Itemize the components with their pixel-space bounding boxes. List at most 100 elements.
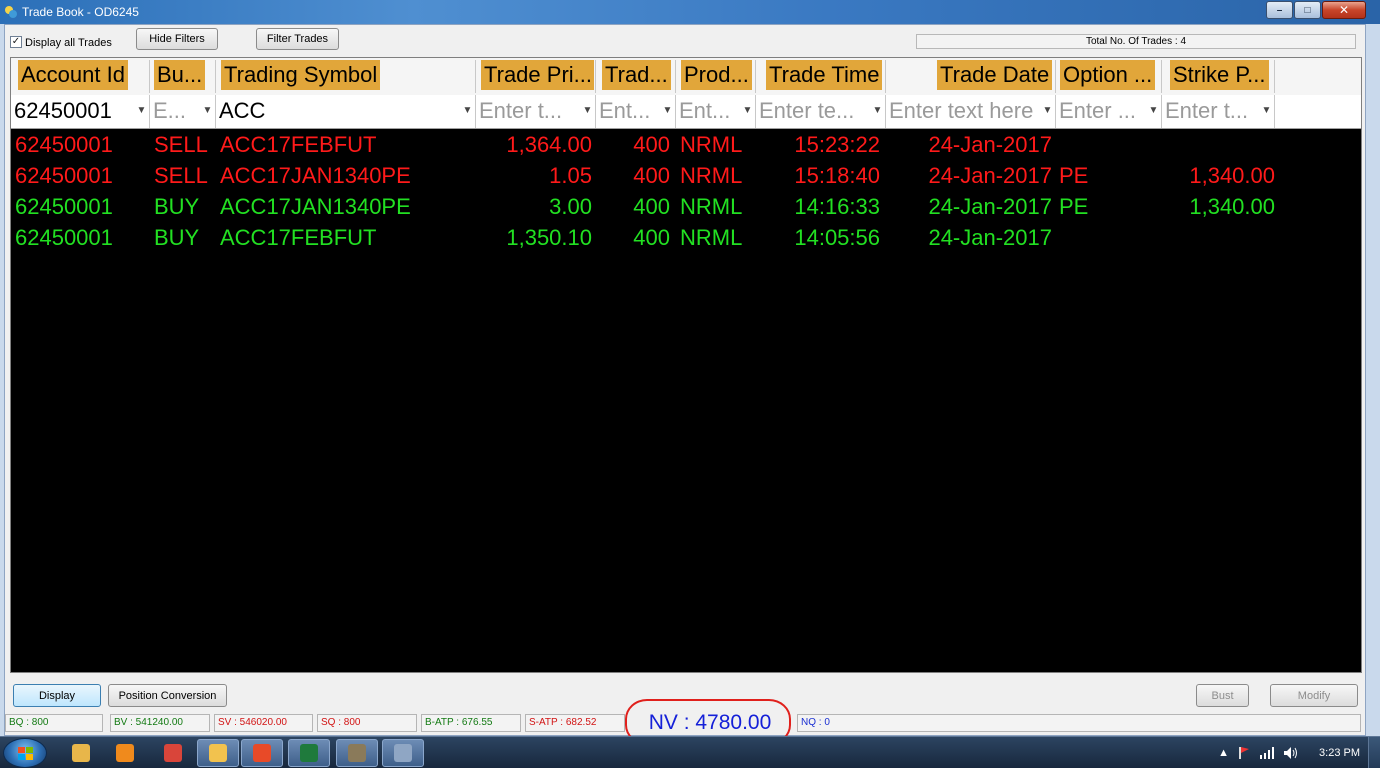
filter-option[interactable]: Enter ... ▼: [1056, 95, 1162, 128]
table-row[interactable]: 62450001 BUY ACC17FEBFUT 1,350.10 400 NRML 14:…: [11, 223, 1361, 254]
column-header-label: Trade Pri...: [481, 60, 594, 90]
column-header-product[interactable]: Prod...: [676, 60, 756, 93]
taskbar-app-button[interactable]: [336, 739, 378, 767]
column-header-label: Trad...: [602, 60, 671, 90]
filter-symbol-input[interactable]: ACC: [219, 98, 265, 124]
show-desktop-button[interactable]: [1368, 737, 1380, 768]
filter-funnel-icon[interactable]: ▼: [582, 105, 593, 117]
filter-account-input[interactable]: 62450001: [14, 98, 112, 124]
filter-funnel-icon[interactable]: ▼: [136, 105, 147, 117]
volume-icon[interactable]: [1283, 746, 1299, 760]
taskbar-app-button[interactable]: [288, 739, 330, 767]
maximize-button[interactable]: □: [1294, 1, 1321, 19]
filter-funnel-icon[interactable]: ▼: [202, 105, 213, 117]
taskbar-app-button[interactable]: [197, 739, 239, 767]
cell-time: 14:05:56: [794, 225, 880, 250]
filter-qty-input[interactable]: Ent...: [599, 98, 650, 124]
column-header-label: Option ...: [1060, 60, 1156, 90]
cell-qty: 400: [633, 225, 670, 250]
filter-time[interactable]: Enter te... ▼: [756, 95, 886, 128]
column-header-label: Trade Date: [937, 60, 1053, 90]
table-row[interactable]: 62450001 BUY ACC17JAN1340PE 3.00 400 NRML 14:1…: [11, 192, 1361, 223]
column-header-account[interactable]: Account Id: [11, 60, 150, 93]
filter-strike-input[interactable]: Enter t...: [1165, 98, 1248, 124]
column-header-time[interactable]: Trade Time: [756, 60, 886, 93]
filter-funnel-icon[interactable]: ▼: [872, 105, 883, 117]
filter-trades-button[interactable]: Filter Trades: [256, 28, 339, 50]
filter-account[interactable]: 62450001 ▼: [11, 95, 150, 128]
filter-time-input[interactable]: Enter te...: [759, 98, 854, 124]
taskbar-app-button[interactable]: [382, 739, 424, 767]
taskbar-app-button[interactable]: [241, 739, 283, 767]
column-header-qty[interactable]: Trad...: [596, 60, 676, 93]
filter-strike[interactable]: Enter t... ▼: [1162, 95, 1275, 128]
column-header-buysell[interactable]: Bu...: [150, 60, 216, 93]
filter-option-input[interactable]: Enter ...: [1059, 98, 1136, 124]
status-sv: SV : 546020.00: [214, 714, 313, 732]
cell-time: 15:23:22: [794, 132, 880, 157]
action-center-icon[interactable]: [1237, 746, 1251, 760]
status-nq: NQ : 0: [797, 714, 1361, 732]
windows-logo-icon: [18, 747, 33, 760]
folder-icon: [209, 744, 227, 762]
modify-button[interactable]: Modify: [1270, 684, 1358, 707]
filter-funnel-icon[interactable]: ▼: [662, 105, 673, 117]
bust-button[interactable]: Bust: [1196, 684, 1249, 707]
cell-buysell: BUY: [154, 194, 200, 219]
cell-buysell: BUY: [154, 225, 200, 250]
close-button[interactable]: ✕: [1322, 1, 1366, 19]
taskbar-clock[interactable]: 3:23 PM: [1319, 747, 1360, 759]
tool-app-icon: [348, 744, 366, 762]
cell-price: 1.05: [549, 163, 592, 188]
grid-body: 62450001 SELL ACC17FEBFUT 1,364.00 400 NRML 15…: [11, 130, 1361, 254]
cell-price: 1,364.00: [506, 132, 592, 157]
cell-product: NRML: [680, 132, 743, 157]
title-bar[interactable]: Trade Book - OD6245 – □ ✕: [0, 0, 1380, 24]
filter-funnel-icon[interactable]: ▼: [1042, 105, 1053, 117]
cell-symbol: ACC17FEBFUT: [220, 132, 377, 157]
filter-funnel-icon[interactable]: ▼: [1261, 105, 1272, 117]
cell-strike: 1,340.00: [1189, 163, 1275, 188]
status-bq: BQ : 800: [5, 714, 103, 732]
cell-product: NRML: [680, 194, 743, 219]
filter-product-input[interactable]: Ent...: [679, 98, 730, 124]
hide-filters-button[interactable]: Hide Filters: [136, 28, 218, 50]
column-header-symbol[interactable]: Trading Symbol: [216, 60, 476, 93]
minimize-button[interactable]: –: [1266, 1, 1293, 19]
table-row[interactable]: 62450001 SELL ACC17FEBFUT 1,364.00 400 NRML 15…: [11, 130, 1361, 161]
column-header-option[interactable]: Option ...: [1056, 60, 1162, 93]
cell-symbol: ACC17FEBFUT: [220, 225, 377, 250]
trade-grid[interactable]: Account Id Bu... Trading Symbol Trade Pri..…: [10, 57, 1362, 673]
start-button[interactable]: [3, 738, 47, 768]
cell-date: 24-Jan-2017: [928, 132, 1052, 157]
taskbar-app-button[interactable]: [60, 739, 102, 767]
taskbar-app-button[interactable]: [104, 739, 146, 767]
cell-product: NRML: [680, 225, 743, 250]
display-button[interactable]: Display: [13, 684, 101, 707]
filter-funnel-icon[interactable]: ▼: [462, 105, 473, 117]
excel-icon: [300, 744, 318, 762]
tray-expand-icon[interactable]: ▲: [1218, 747, 1229, 759]
calculator-icon: [394, 744, 412, 762]
filter-symbol[interactable]: ACC ▼: [216, 95, 476, 128]
filter-buysell-input[interactable]: E...: [153, 98, 186, 124]
position-conversion-button[interactable]: Position Conversion: [108, 684, 227, 707]
column-header-strike[interactable]: Strike P...: [1162, 60, 1275, 93]
filter-price-input[interactable]: Enter t...: [479, 98, 562, 124]
filter-buysell[interactable]: E... ▼: [150, 95, 216, 128]
toolbar: ✓ Display all Trades Hide Filters Filter…: [5, 25, 1365, 55]
filter-date[interactable]: Enter text here ▼: [886, 95, 1056, 128]
column-header-date[interactable]: Trade Date: [886, 60, 1056, 93]
filter-date-input[interactable]: Enter text here: [889, 98, 1033, 124]
filter-price[interactable]: Enter t... ▼: [476, 95, 596, 128]
table-row[interactable]: 62450001 SELL ACC17JAN1340PE 1.05 400 NRML 15:…: [11, 161, 1361, 192]
filter-funnel-icon[interactable]: ▼: [742, 105, 753, 117]
filter-product[interactable]: Ent... ▼: [676, 95, 756, 128]
filter-funnel-icon[interactable]: ▼: [1148, 105, 1159, 117]
display-all-trades-checkbox[interactable]: ✓: [10, 36, 22, 48]
taskbar-app-button[interactable]: [152, 739, 194, 767]
network-icon[interactable]: [1259, 747, 1275, 759]
column-header-price[interactable]: Trade Pri...: [476, 60, 596, 93]
filter-qty[interactable]: Ent... ▼: [596, 95, 676, 128]
total-trades-count: Total No. Of Trades : 4: [916, 34, 1356, 49]
